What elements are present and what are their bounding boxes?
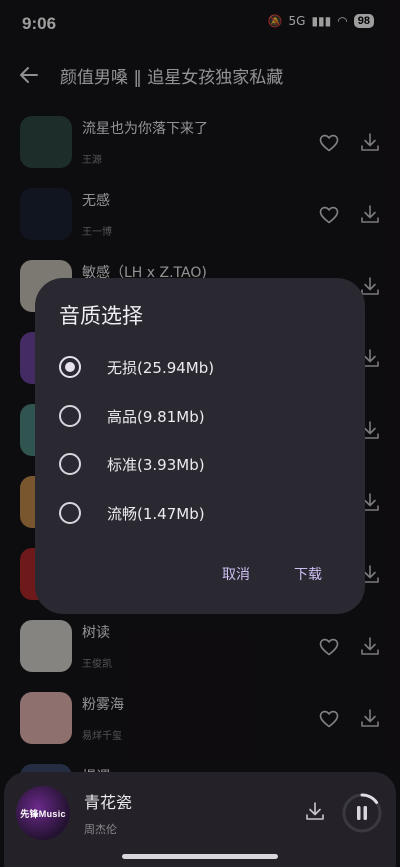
radio-button[interactable]: [59, 502, 81, 524]
home-indicator[interactable]: [122, 854, 278, 859]
quality-option[interactable]: 无损(25.94Mb): [59, 349, 349, 385]
quality-option[interactable]: 高品(9.81Mb): [59, 398, 349, 434]
dialog-title: 音质选择: [59, 304, 143, 328]
cancel-button[interactable]: 取消: [222, 564, 250, 584]
mini-player[interactable]: 先锋Music 青花瓷 周杰伦: [4, 772, 396, 867]
download-confirm-button[interactable]: 下载: [294, 564, 322, 584]
player-cover[interactable]: 先锋Music: [16, 786, 70, 840]
player-cover-text: 先锋Music: [20, 808, 66, 819]
download-icon[interactable]: [304, 800, 326, 822]
quality-option-label: 流畅(1.47Mb): [107, 505, 205, 523]
quality-option[interactable]: 流畅(1.47Mb): [59, 495, 349, 531]
player-artist: 周杰伦: [84, 823, 117, 836]
player-song-title: 青花瓷: [84, 793, 133, 812]
pause-button[interactable]: [341, 792, 383, 834]
radio-button[interactable]: [59, 453, 81, 475]
quality-option-label: 标准(3.93Mb): [107, 456, 205, 474]
quality-dialog: 音质选择 无损(25.94Mb) 高品(9.81Mb) 标准(3.93Mb) 流畅(1…: [35, 278, 365, 614]
quality-option-label: 无损(25.94Mb): [107, 359, 215, 377]
radio-button[interactable]: [59, 405, 81, 427]
quality-option-label: 高品(9.81Mb): [107, 408, 205, 426]
radio-button[interactable]: [59, 356, 81, 378]
quality-option[interactable]: 标准(3.93Mb): [59, 446, 349, 482]
